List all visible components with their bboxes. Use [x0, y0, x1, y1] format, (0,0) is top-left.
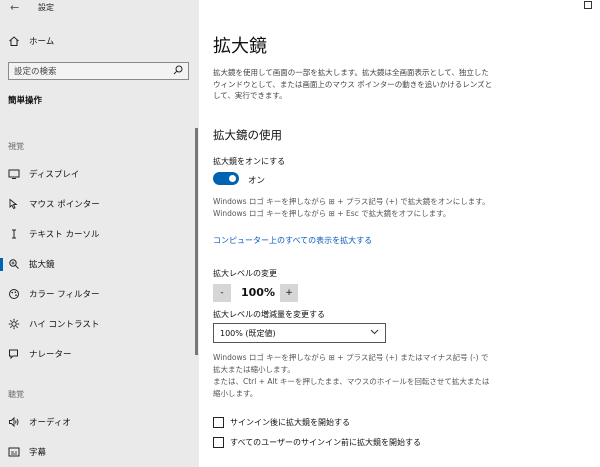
sidebar-item-label: ハイ コントラスト [29, 320, 100, 330]
section-title: 拡大鏡の使用 [213, 128, 282, 142]
toggle-label: 拡大鏡をオンにする [213, 157, 286, 166]
sidebar-item-captions[interactable]: 字幕 [0, 440, 199, 464]
dropdown-value: 100% (既定値) [220, 328, 276, 338]
mouse-pointer-icon [7, 197, 21, 211]
sidebar-item-label: オーディオ [29, 418, 71, 428]
checkbox-start-before-signin[interactable]: すべてのユーザーのサインイン前に拡大鏡を開始する [213, 437, 421, 448]
checkbox-label: すべてのユーザーのサインイン前に拡大鏡を開始する [230, 438, 421, 447]
page-title: 拡大鏡 [213, 36, 267, 57]
main-content: 拡大鏡 拡大鏡を使用して画面の一部を拡大します。拡大鏡は全画面表示として、独立し… [199, 0, 600, 467]
selected-indicator [0, 258, 3, 271]
back-arrow-icon[interactable]: ← [10, 1, 19, 14]
display-icon [7, 167, 21, 181]
high-contrast-icon [7, 317, 21, 331]
search-placeholder: 設定の検索 [14, 67, 57, 77]
sidebar-item-label: マウス ポインター [29, 200, 100, 210]
category-title: 簡単操作 [8, 96, 43, 106]
audio-icon [7, 415, 21, 429]
sidebar-item-label: 拡大鏡 [29, 260, 55, 270]
window-title: 設定 [38, 3, 54, 12]
sidebar-item-label: カラー フィルター [29, 290, 100, 300]
checkbox-label: サインイン後に拡大鏡を開始する [230, 418, 350, 427]
zoom-out-button[interactable]: - [213, 284, 231, 302]
magnifier-toggle[interactable] [213, 172, 239, 185]
sidebar-scrollbar[interactable] [195, 128, 198, 355]
search-icon[interactable] [173, 65, 183, 78]
sidebar-item-display[interactable]: ディスプレイ [0, 162, 199, 186]
chevron-down-icon [370, 328, 379, 338]
sidebar-item-color-filter[interactable]: カラー フィルター [0, 282, 199, 306]
section-label-vision: 視覚 [8, 142, 24, 151]
sidebar-item-mouse-pointer[interactable]: マウス ポインター [0, 192, 199, 216]
sidebar-item-text-cursor[interactable]: テキスト カーソル [0, 222, 199, 246]
maximize-icon[interactable] [584, 1, 592, 9]
sidebar-item-label: テキスト カーソル [29, 230, 100, 240]
search-input[interactable]: 設定の検索 [8, 62, 189, 80]
hint-turn-off: Windows ロゴ キーを押しながら ⊞ + Esc で拡大鏡をオフにします。 [213, 209, 451, 218]
section-label-hearing: 聴覚 [8, 390, 24, 399]
magnifier-icon [7, 257, 21, 271]
hint-zoom-keys: Windows ロゴ キーを押しながら ⊞ + プラス記号 (+) またはマイナ… [213, 353, 489, 374]
zoom-everything-link[interactable]: コンピューター上のすべての表示を拡大する [213, 235, 372, 246]
sidebar-item-label: ホーム [29, 37, 55, 47]
settings-window: ← 設定 ホーム 設定の検索 簡単操作 視覚 ディスプレイ マウス ポインター … [0, 0, 600, 467]
hint-zoom-wheel: または、Ctrl + Alt キーを押したまま、マウスのホイールを回転させて拡大… [213, 377, 490, 398]
zoom-level-label: 拡大レベルの変更 [213, 269, 277, 278]
captions-icon [7, 445, 21, 459]
sidebar: ← 設定 ホーム 設定の検索 簡単操作 視覚 ディスプレイ マウス ポインター … [0, 0, 199, 467]
checkbox[interactable] [213, 417, 224, 428]
sidebar-item-label: 字幕 [29, 448, 47, 458]
hint-turn-on: Windows ロゴ キーを押しながら ⊞ + プラス記号 (+) で拡大鏡をオ… [213, 197, 490, 206]
sidebar-item-label: ディスプレイ [29, 170, 80, 180]
sidebar-item-magnifier[interactable]: 拡大鏡 [0, 252, 199, 276]
zoom-in-button[interactable]: + [280, 284, 298, 302]
home-icon [7, 34, 21, 48]
sidebar-item-label: ナレーター [29, 350, 72, 360]
sidebar-item-audio[interactable]: オーディオ [0, 410, 199, 434]
color-filter-icon [7, 287, 21, 301]
toggle-state-label: オン [248, 176, 266, 186]
zoom-increment-dropdown[interactable]: 100% (既定値) [213, 323, 386, 343]
sidebar-item-home[interactable]: ホーム [0, 29, 199, 53]
narrator-icon [7, 347, 21, 361]
sidebar-item-narrator[interactable]: ナレーター [0, 342, 199, 366]
zoom-increment-label: 拡大レベルの増減量を変更する [213, 310, 325, 319]
page-description: 拡大鏡を使用して画面の一部を拡大します。拡大鏡は全画面表示として、独立したウィン… [213, 68, 493, 100]
checkbox-start-after-signin[interactable]: サインイン後に拡大鏡を開始する [213, 417, 350, 428]
text-cursor-icon [7, 227, 21, 241]
zoom-value: 100% [241, 286, 275, 299]
toggle-knob [229, 175, 236, 182]
checkbox[interactable] [213, 437, 224, 448]
sidebar-item-high-contrast[interactable]: ハイ コントラスト [0, 312, 199, 336]
